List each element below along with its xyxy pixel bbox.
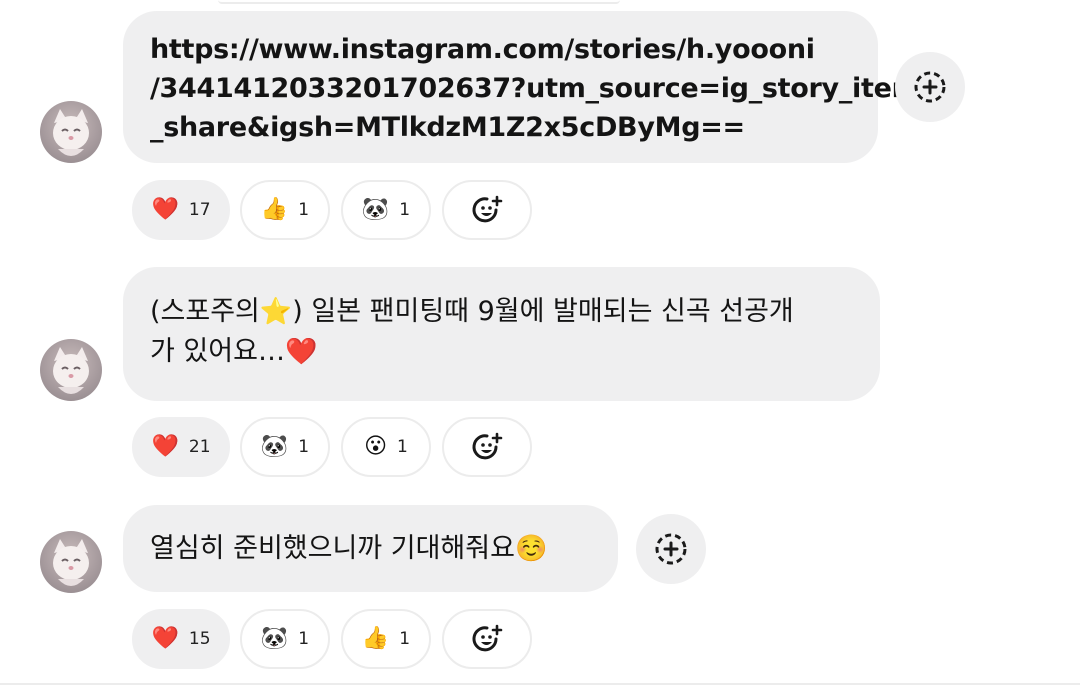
cat-avatar-image: [53, 109, 89, 156]
message-text-line[interactable]: _share&igsh=MTlkdzM1Z2x5cDByMg==: [150, 108, 878, 147]
reaction-count: 1: [397, 437, 408, 457]
message-bubble[interactable]: 열심히 준비했으니까 기대해줘요☺️: [123, 505, 618, 592]
reaction-chip[interactable]: ❤️ 21: [132, 417, 230, 477]
reaction-chip[interactable]: ❤️ 17: [132, 180, 230, 240]
share-button[interactable]: [636, 514, 706, 584]
reaction-count: 1: [399, 200, 411, 220]
reaction-count: 17: [188, 200, 211, 220]
message-text-line[interactable]: (스포주의⭐) 일본 팬미팅때 9월에 발매되는 신곡 선공개: [150, 292, 880, 332]
reaction-count: 1: [298, 200, 310, 220]
reaction-chip[interactable]: 🐼 1: [240, 609, 330, 669]
sender-avatar[interactable]: [40, 531, 102, 593]
thumbs-up-emoji-icon: 👍: [260, 197, 289, 222]
dashed-circle-plus-icon: [655, 533, 687, 565]
message-text-line[interactable]: 열심히 준비했으니까 기대해줘요☺️: [150, 529, 618, 569]
add-reaction-button[interactable]: [442, 417, 532, 477]
previous-message-edge: [218, 0, 620, 4]
share-button[interactable]: [895, 52, 965, 122]
message-text-line[interactable]: 가 있어요…❤️: [150, 332, 880, 372]
reaction-count: 1: [298, 629, 310, 649]
bottom-divider: [0, 683, 1080, 685]
heart-emoji-icon: ❤️: [151, 434, 179, 459]
add-reaction-button[interactable]: [442, 609, 532, 669]
add-reaction-smiley-icon: [472, 195, 503, 223]
add-reaction-smiley-icon: [472, 624, 503, 652]
smiling-face-emoji-icon: ☺️: [514, 534, 548, 564]
surprised-face-emoji-icon: 😮: [364, 434, 388, 459]
reaction-count: 15: [188, 629, 211, 649]
message-bubble[interactable]: (스포주의⭐) 일본 팬미팅때 9월에 발매되는 신곡 선공개 가 있어요…❤️: [123, 267, 880, 401]
message-bubble-link[interactable]: https://www.instagram.com/stories/h.yooo…: [123, 11, 920, 163]
thumbs-up-emoji-icon: 👍: [361, 626, 390, 651]
add-reaction-smiley-icon: [472, 432, 503, 460]
sender-avatar[interactable]: [40, 101, 102, 163]
message-text-line[interactable]: /3441412033201702637?utm_source=ig_story…: [150, 69, 920, 108]
dashed-circle-plus-icon: [914, 71, 946, 103]
cat-avatar-image: [53, 347, 89, 394]
reaction-chip[interactable]: 🐼 1: [341, 180, 431, 240]
reaction-count: 21: [188, 437, 211, 457]
reaction-count: 1: [399, 629, 411, 649]
reaction-chip[interactable]: 👍 1: [240, 180, 330, 240]
panda-emoji-icon: 🐼: [260, 626, 289, 651]
heart-emoji-icon: ❤️: [151, 197, 179, 222]
reaction-chip[interactable]: 🐼 1: [240, 417, 330, 477]
reaction-chip[interactable]: 👍 1: [341, 609, 431, 669]
reaction-chip[interactable]: ❤️ 15: [132, 609, 230, 669]
reaction-chip[interactable]: 😮 1: [341, 417, 431, 477]
message-text-line[interactable]: https://www.instagram.com/stories/h.yooo…: [150, 30, 878, 69]
star-emoji-icon: ⭐: [259, 297, 293, 327]
panda-emoji-icon: 🐼: [260, 434, 289, 459]
sender-avatar[interactable]: [40, 339, 102, 401]
add-reaction-button[interactable]: [442, 180, 532, 240]
heart-emoji-icon: ❤️: [284, 337, 318, 367]
panda-emoji-icon: 🐼: [361, 197, 390, 222]
cat-avatar-image: [53, 539, 89, 586]
heart-emoji-icon: ❤️: [151, 626, 179, 651]
reaction-count: 1: [298, 437, 310, 457]
